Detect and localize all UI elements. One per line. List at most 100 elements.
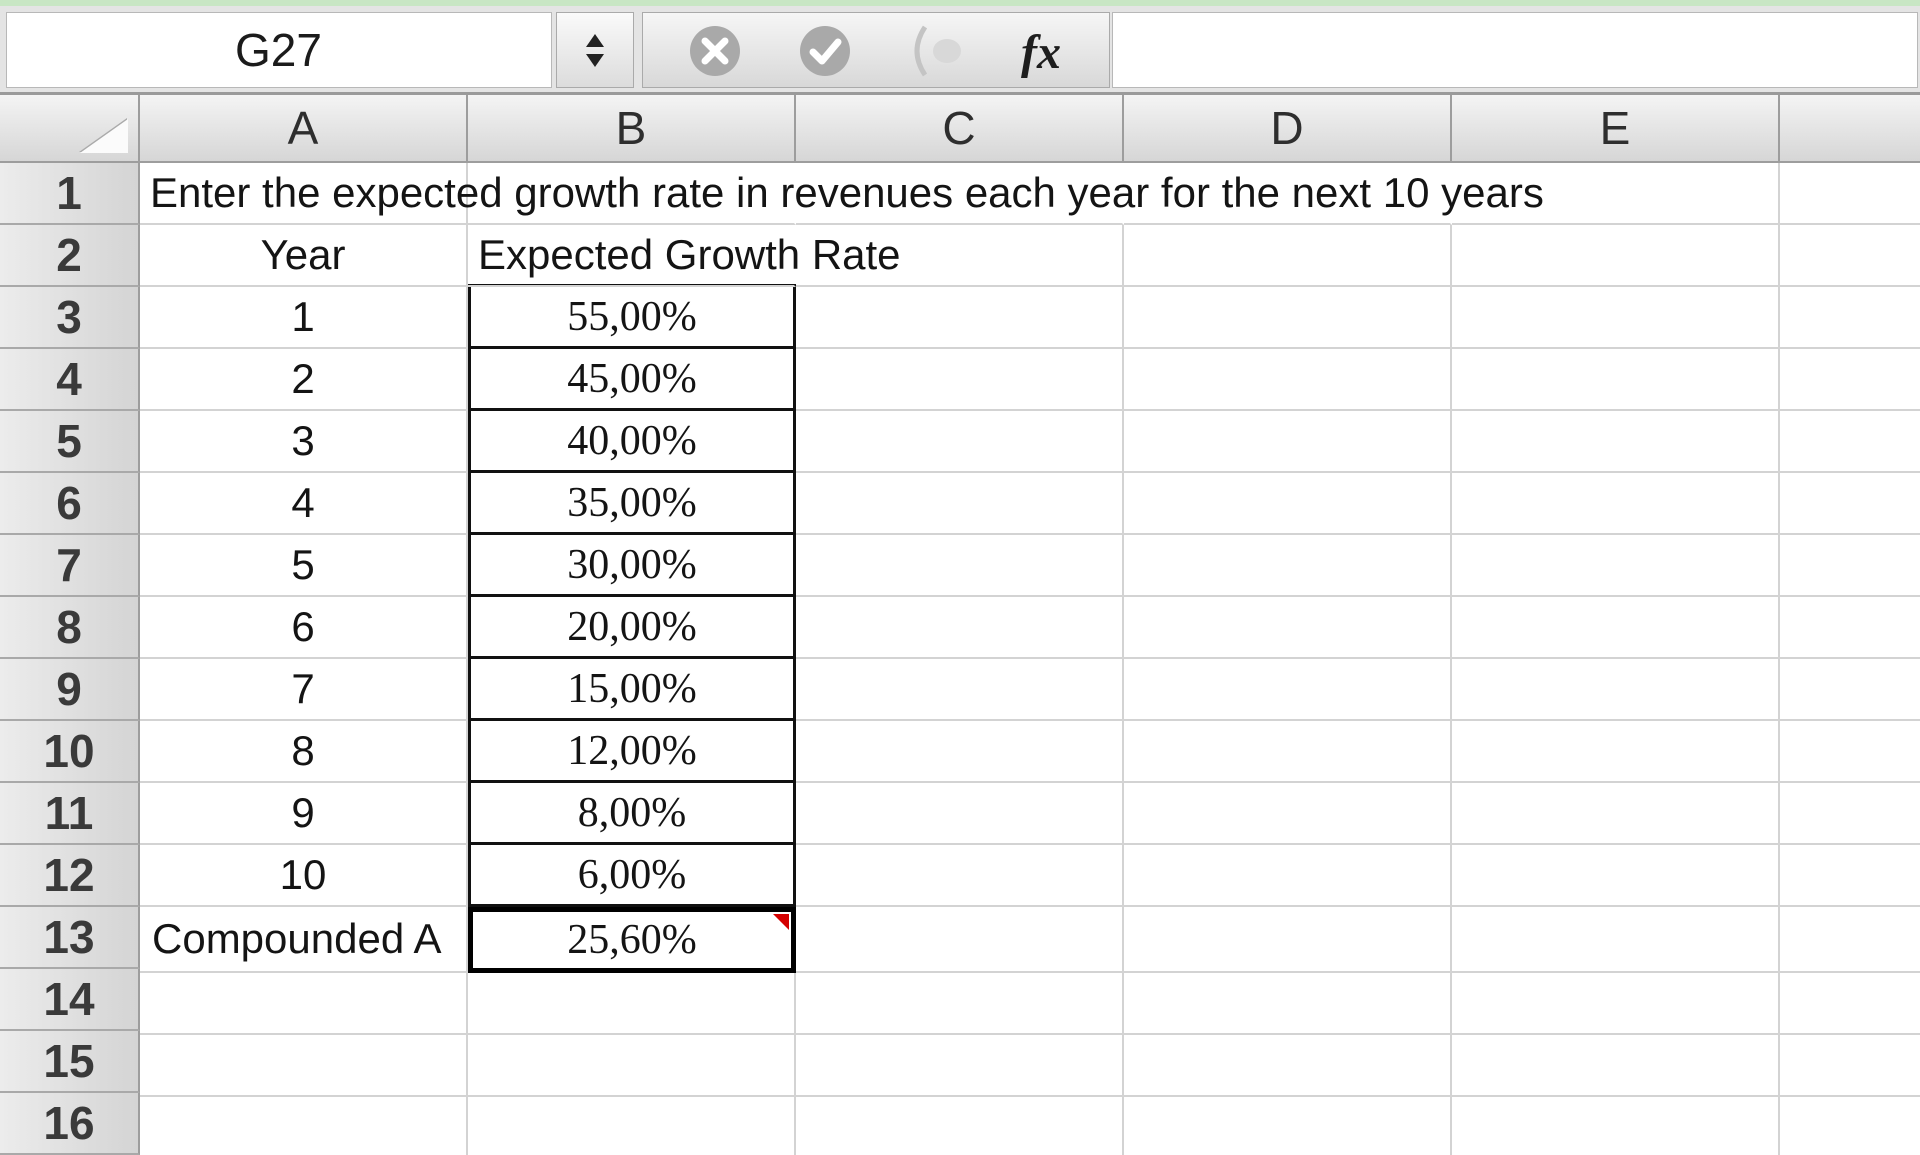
- row-header[interactable]: 8: [0, 597, 140, 659]
- cell-c[interactable]: [796, 1035, 1124, 1097]
- cell-c[interactable]: [796, 973, 1124, 1035]
- cell-f[interactable]: [1780, 535, 1920, 597]
- cell-year[interactable]: 1: [140, 287, 468, 349]
- cell-d[interactable]: [1124, 659, 1452, 721]
- cell-d[interactable]: [1124, 287, 1452, 349]
- row-header[interactable]: 13: [0, 907, 140, 969]
- cell-d[interactable]: [1124, 845, 1452, 907]
- cell-f2[interactable]: [1780, 225, 1920, 287]
- cell-d[interactable]: [1124, 1035, 1452, 1097]
- cell-b[interactable]: [468, 973, 796, 1035]
- cell-c[interactable]: [796, 1097, 1124, 1155]
- row-header[interactable]: 15: [0, 1031, 140, 1093]
- column-header-a[interactable]: A: [140, 95, 468, 163]
- fx-icon[interactable]: fx: [1021, 25, 1061, 80]
- row-header[interactable]: 16: [0, 1093, 140, 1155]
- cell-c[interactable]: [796, 845, 1124, 907]
- row-header[interactable]: 6: [0, 473, 140, 535]
- cell-growth-rate[interactable]: 15,00%: [468, 656, 796, 721]
- row-header[interactable]: 1: [0, 163, 140, 225]
- column-header-f[interactable]: [1780, 95, 1920, 163]
- cell-growth-rate[interactable]: 12,00%: [468, 718, 796, 783]
- cell-year[interactable]: 3: [140, 411, 468, 473]
- cell-b2[interactable]: Expected Growth Rate: [468, 225, 901, 287]
- cell-growth-rate[interactable]: 30,00%: [468, 532, 796, 597]
- cell-year[interactable]: 10: [140, 845, 468, 907]
- cell-d[interactable]: [1124, 535, 1452, 597]
- row-header[interactable]: 9: [0, 659, 140, 721]
- comment-indicator-icon[interactable]: [773, 914, 789, 930]
- cell-d[interactable]: [1124, 411, 1452, 473]
- row-header[interactable]: 3: [0, 287, 140, 349]
- name-box-dropdown-stepper[interactable]: [556, 12, 634, 88]
- row-header[interactable]: 14: [0, 969, 140, 1031]
- cell-f[interactable]: [1780, 1035, 1920, 1097]
- cell-d[interactable]: [1124, 721, 1452, 783]
- cell-a13[interactable]: Compounded A: [140, 907, 468, 973]
- cell-f[interactable]: [1780, 907, 1920, 973]
- column-header-b[interactable]: B: [468, 95, 796, 163]
- cell-growth-rate[interactable]: 40,00%: [468, 408, 796, 473]
- cell-e[interactable]: [1452, 845, 1780, 907]
- cell-e[interactable]: [1452, 473, 1780, 535]
- cancel-icon[interactable]: [687, 23, 743, 79]
- cell-f[interactable]: [1780, 411, 1920, 473]
- cell-year[interactable]: 7: [140, 659, 468, 721]
- cell-e[interactable]: [1452, 411, 1780, 473]
- cell-year[interactable]: 4: [140, 473, 468, 535]
- cell-growth-rate[interactable]: 45,00%: [468, 346, 796, 411]
- cell-year[interactable]: 2: [140, 349, 468, 411]
- cell-f[interactable]: [1780, 845, 1920, 907]
- cell-f1[interactable]: [1780, 163, 1920, 225]
- cell-e[interactable]: [1452, 535, 1780, 597]
- cell-growth-rate[interactable]: 55,00%: [468, 284, 796, 349]
- cell-f[interactable]: [1780, 349, 1920, 411]
- cell-f[interactable]: [1780, 659, 1920, 721]
- cell-growth-rate[interactable]: 6,00%: [468, 842, 796, 907]
- cell-e[interactable]: [1452, 973, 1780, 1035]
- cell-a2[interactable]: Year: [140, 225, 468, 287]
- cell-e[interactable]: [1452, 783, 1780, 845]
- cell-e[interactable]: [1452, 597, 1780, 659]
- cell-d[interactable]: [1124, 1097, 1452, 1155]
- cell-a[interactable]: [140, 1035, 468, 1097]
- cell-year[interactable]: 9: [140, 783, 468, 845]
- cell-d[interactable]: [1124, 783, 1452, 845]
- row-header[interactable]: 5: [0, 411, 140, 473]
- cell-f[interactable]: [1780, 287, 1920, 349]
- cell-f[interactable]: [1780, 721, 1920, 783]
- row-header[interactable]: 11: [0, 783, 140, 845]
- cell-f[interactable]: [1780, 1097, 1920, 1155]
- column-header-c[interactable]: C: [796, 95, 1124, 163]
- cell-year[interactable]: 6: [140, 597, 468, 659]
- cell-f[interactable]: [1780, 597, 1920, 659]
- cell-d[interactable]: [1124, 973, 1452, 1035]
- cell-d[interactable]: [1124, 473, 1452, 535]
- cell-compounded-rate[interactable]: 25,60%: [468, 907, 796, 973]
- enter-check-icon[interactable]: [797, 23, 853, 79]
- cell-e[interactable]: [1452, 659, 1780, 721]
- cell-c[interactable]: [796, 535, 1124, 597]
- column-header-d[interactable]: D: [1124, 95, 1452, 163]
- cell-d[interactable]: [1124, 349, 1452, 411]
- cell-e[interactable]: [1452, 287, 1780, 349]
- cell-b[interactable]: [468, 1097, 796, 1155]
- cell-e[interactable]: [1452, 1035, 1780, 1097]
- cell-b[interactable]: [468, 1035, 796, 1097]
- cell-c[interactable]: [796, 659, 1124, 721]
- cell-c[interactable]: [796, 907, 1124, 973]
- cell-e[interactable]: [1452, 1097, 1780, 1155]
- cell-growth-rate[interactable]: 20,00%: [468, 594, 796, 659]
- row-header[interactable]: 7: [0, 535, 140, 597]
- cell-c[interactable]: [796, 597, 1124, 659]
- cell-c[interactable]: [796, 287, 1124, 349]
- row-header[interactable]: 12: [0, 845, 140, 907]
- cell-d[interactable]: [1124, 597, 1452, 659]
- cell-f[interactable]: [1780, 783, 1920, 845]
- name-box[interactable]: G27: [6, 12, 552, 88]
- cell-e[interactable]: [1452, 907, 1780, 973]
- row-header[interactable]: 2: [0, 225, 140, 287]
- cell-d[interactable]: [1124, 907, 1452, 973]
- cell-c[interactable]: [796, 473, 1124, 535]
- cell-year[interactable]: 5: [140, 535, 468, 597]
